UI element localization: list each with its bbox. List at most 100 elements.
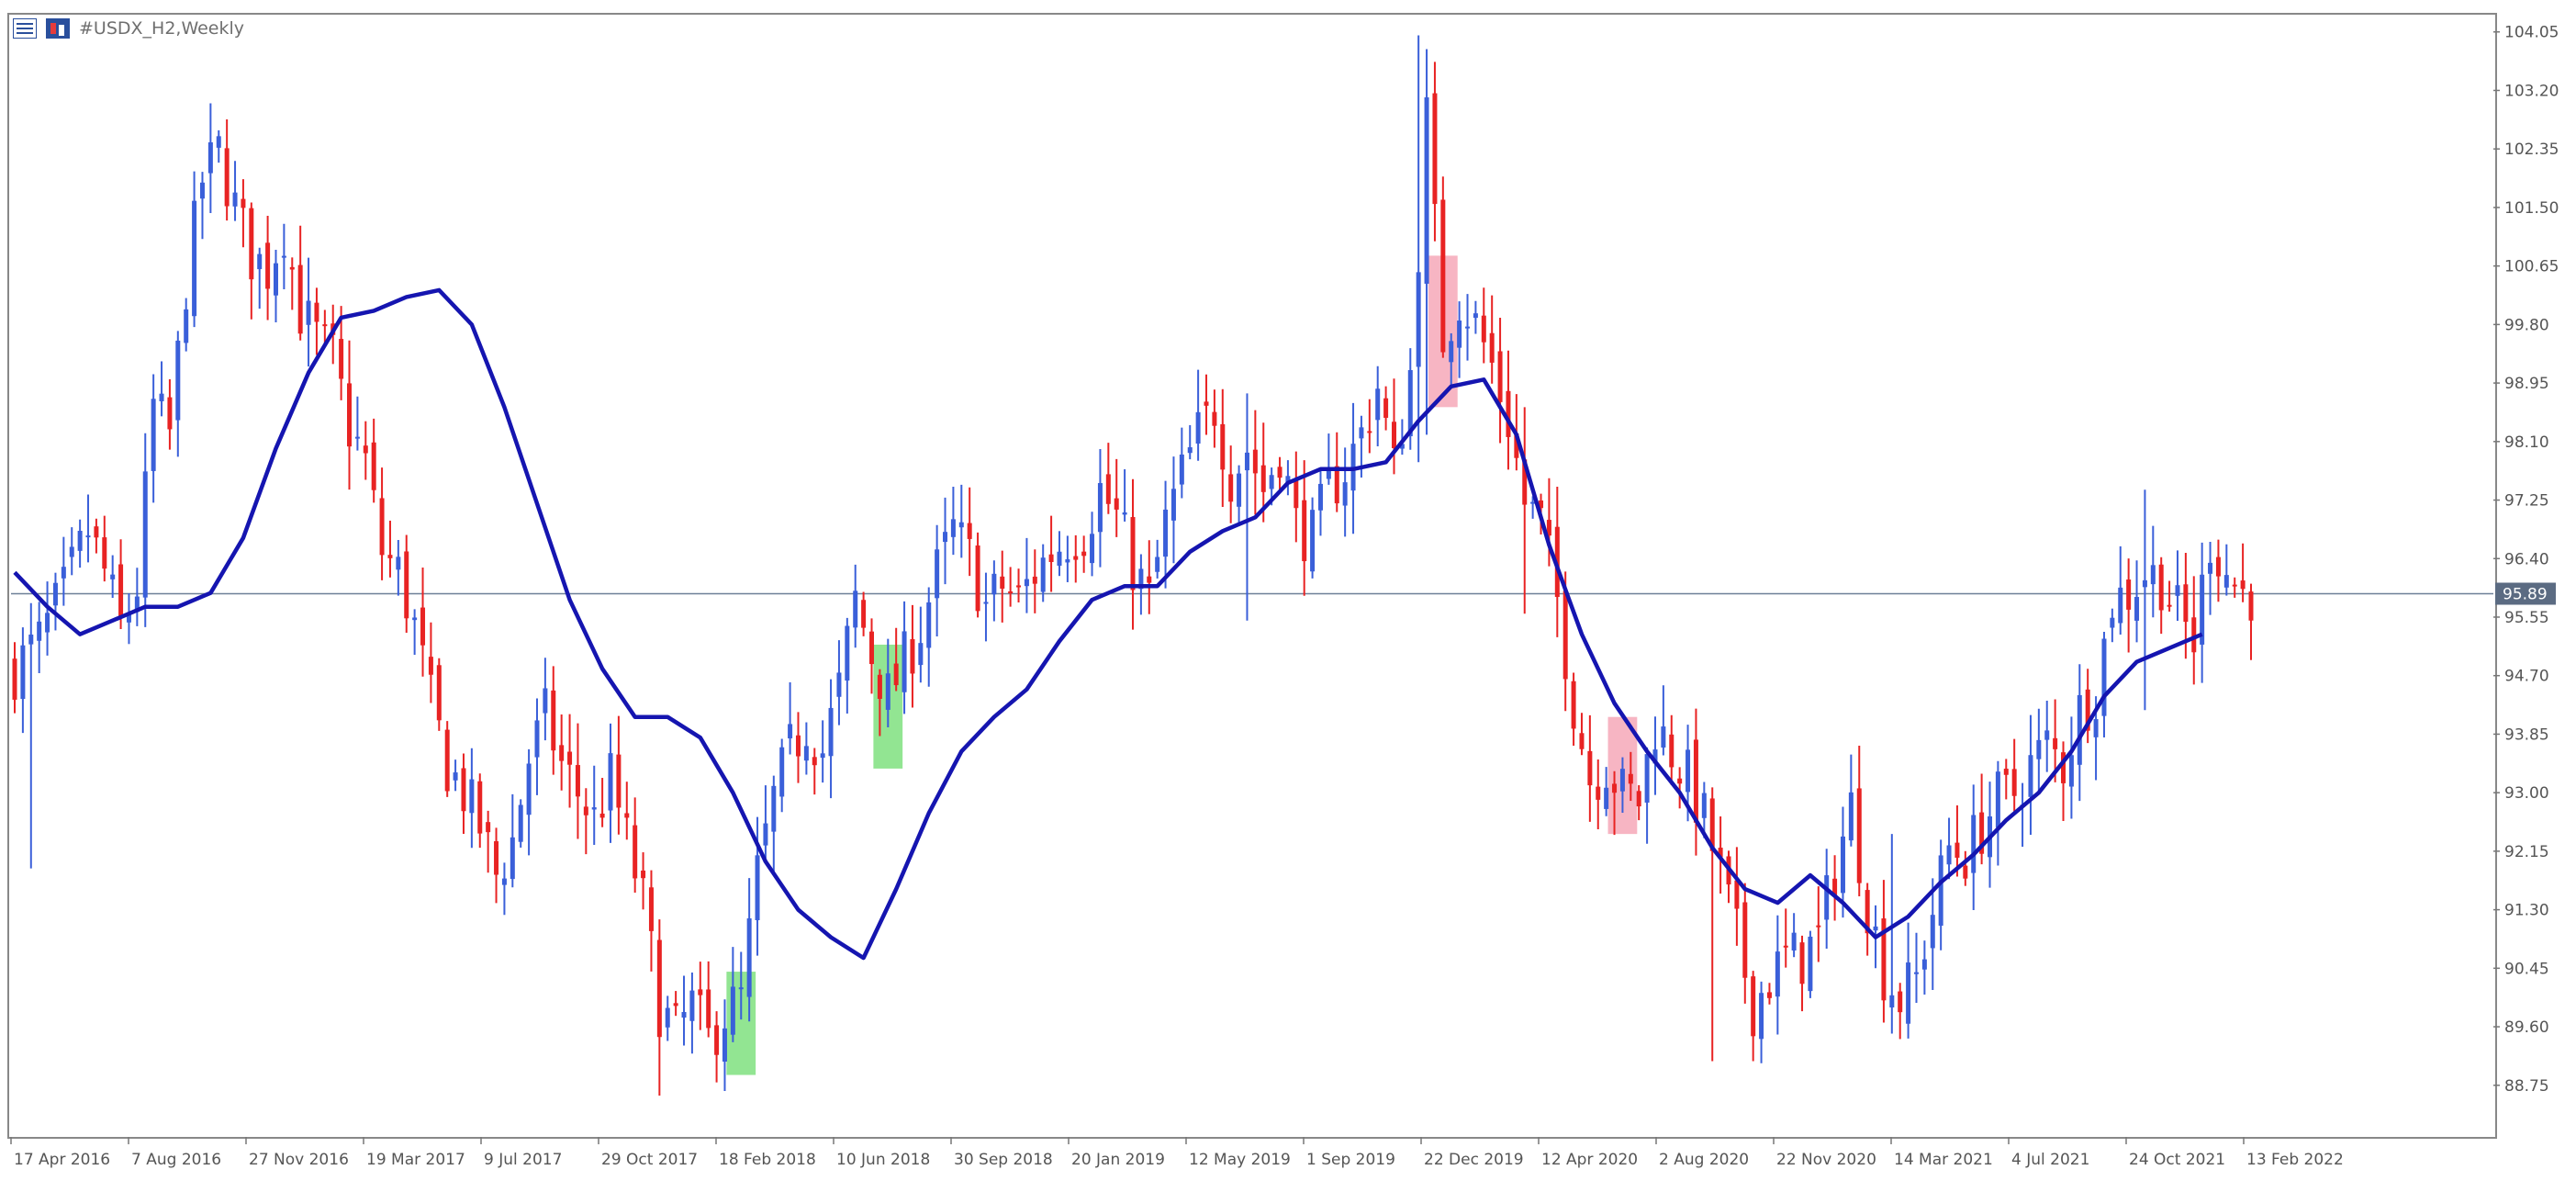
- candle-body: [1032, 576, 1037, 584]
- x-tick-label: 10 Jun 2018: [836, 1151, 930, 1169]
- candle: [453, 759, 458, 792]
- candle: [1587, 714, 1593, 822]
- candle: [192, 171, 197, 328]
- candle: [1906, 922, 1911, 1039]
- candle: [1652, 716, 1658, 795]
- candle: [85, 494, 91, 563]
- candle-body: [1963, 865, 1968, 879]
- candle: [551, 666, 556, 775]
- candle-body: [1848, 792, 1854, 841]
- candle-body: [102, 537, 107, 569]
- y-tick-label: 92.15: [2504, 843, 2549, 861]
- candle-body: [2044, 730, 2050, 740]
- candle-body: [1383, 398, 1389, 418]
- candle-body: [861, 600, 867, 628]
- candle-body: [551, 690, 556, 751]
- candle: [698, 962, 703, 1030]
- candle-body: [167, 397, 173, 430]
- candle: [2126, 558, 2132, 653]
- candle-body: [314, 302, 319, 322]
- chart-list-icon[interactable]: [13, 18, 37, 39]
- candle-body: [1391, 422, 1396, 448]
- y-tick-label: 91.30: [2504, 902, 2549, 920]
- candle-body: [1097, 483, 1103, 533]
- candle-body: [2118, 587, 2123, 624]
- candle-body: [1562, 590, 1568, 680]
- candle-body: [281, 255, 286, 258]
- candle: [1473, 300, 1478, 334]
- candle-body: [142, 471, 148, 598]
- x-tick-label: 22 Dec 2019: [1424, 1151, 1524, 1169]
- candle: [2232, 577, 2237, 598]
- candle-body: [184, 309, 189, 343]
- candle-body: [1619, 769, 1625, 792]
- candle-body: [1906, 962, 1911, 1024]
- candle: [2028, 714, 2033, 836]
- candle: [681, 975, 687, 1046]
- candle: [926, 587, 932, 687]
- candle: [1073, 534, 1079, 583]
- candle-body: [175, 340, 181, 421]
- candle: [354, 396, 360, 451]
- candle: [2101, 632, 2107, 737]
- candle: [1391, 378, 1396, 475]
- candle-body: [2028, 755, 2033, 797]
- candle-body: [2240, 580, 2246, 590]
- candle: [265, 216, 271, 321]
- time-axis[interactable]: 17 Apr 2016 7 Aug 2016 27 Nov 2016 19 Mar 2…: [10, 1137, 2344, 1169]
- candle-body: [975, 545, 980, 612]
- price-chart[interactable]: 104.05 103.20 102.35 101.50 100.65 99.80 98.95…: [0, 0, 2576, 1181]
- y-tick-label: 89.60: [2504, 1018, 2549, 1037]
- candle: [526, 748, 532, 856]
- candle: [289, 257, 295, 310]
- candle: [779, 738, 785, 813]
- candle: [1946, 817, 1952, 880]
- candle: [1661, 685, 1666, 756]
- candle-body: [1465, 326, 1471, 329]
- candle-body: [1677, 778, 1683, 784]
- chart-window[interactable]: 104.05 103.20 102.35 101.50 100.65 99.80 98.95…: [0, 0, 2576, 1181]
- candle: [2142, 489, 2147, 711]
- candle: [77, 519, 83, 568]
- candle-body: [2158, 564, 2164, 611]
- candle: [1081, 535, 1087, 573]
- candle-body: [624, 813, 630, 818]
- candle: [501, 862, 507, 916]
- candle: [28, 602, 34, 869]
- candle-body: [795, 735, 801, 757]
- candle-body: [567, 751, 573, 765]
- candle: [52, 572, 58, 631]
- candle: [1522, 407, 1528, 614]
- candle-body: [935, 549, 940, 599]
- candle-body: [1808, 936, 1813, 992]
- candle-body: [273, 263, 278, 296]
- chart-toolbar-icon[interactable]: [46, 18, 70, 39]
- candle-body: [730, 986, 735, 1035]
- y-tick-label: 98.95: [2504, 375, 2549, 393]
- candle: [1808, 930, 1813, 998]
- candle: [2167, 580, 2172, 612]
- candle-body: [1742, 902, 1748, 978]
- candle-body: [1661, 726, 1666, 748]
- candle: [175, 331, 181, 457]
- candle-body: [714, 1025, 720, 1055]
- candle-body: [1579, 733, 1585, 749]
- candle: [2248, 583, 2254, 660]
- candle: [1898, 983, 1903, 1040]
- candle: [1204, 374, 1209, 435]
- candle-body: [1734, 880, 1740, 909]
- candle-body: [950, 519, 956, 537]
- candle-body: [1824, 875, 1830, 920]
- candle-body: [1375, 388, 1381, 421]
- x-tick-label: 29 Oct 2017: [601, 1151, 698, 1169]
- candle: [207, 103, 213, 213]
- price-axis[interactable]: 104.05 103.20 102.35 101.50 100.65 99.80 98.95…: [2493, 24, 2559, 1096]
- candle: [869, 618, 875, 694]
- candle-body: [559, 745, 565, 761]
- candle-body: [1016, 585, 1022, 588]
- candle-body: [257, 253, 263, 270]
- x-tick-label: 18 Feb 2018: [719, 1151, 816, 1169]
- candle: [518, 799, 523, 848]
- candle-body: [534, 720, 540, 758]
- candle-body: [2093, 719, 2099, 737]
